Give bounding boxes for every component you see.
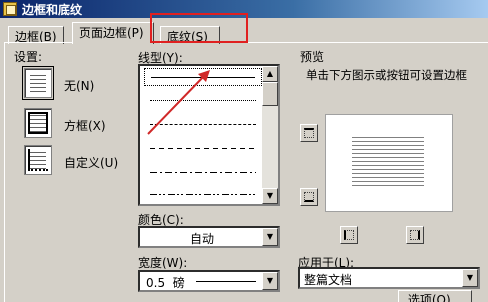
- width-sample-line: [196, 281, 256, 282]
- scroll-up-icon[interactable]: ▲: [262, 66, 278, 82]
- width-value: 0.5 磅: [146, 276, 185, 290]
- top-border-icon: [304, 128, 314, 138]
- setting-custom-label[interactable]: 自定义(U): [64, 154, 118, 171]
- setting-box-icon[interactable]: [24, 108, 52, 138]
- setting-label: 设置:: [14, 50, 43, 64]
- line-style-scrollbar[interactable]: ▲ ▼: [262, 66, 278, 204]
- preview-label: 预览: [300, 50, 325, 64]
- apply-to-value: 整篇文档: [304, 273, 353, 287]
- setting-none-label[interactable]: 无(N): [64, 77, 94, 94]
- line-style-dash[interactable]: [144, 140, 262, 158]
- right-border-button[interactable]: [406, 226, 424, 244]
- color-select[interactable]: 自动 ▼: [138, 226, 280, 248]
- preview-text-lines: [352, 137, 424, 189]
- width-label: 宽度(W):: [138, 256, 188, 270]
- scroll-down-icon[interactable]: ▼: [262, 188, 278, 204]
- setting-custom-icon[interactable]: [24, 145, 52, 175]
- chevron-down-icon[interactable]: ▼: [262, 228, 278, 246]
- dialog-icon: [3, 2, 17, 16]
- left-border-icon: [344, 230, 354, 240]
- line-style-dash-dot[interactable]: [144, 164, 262, 182]
- scroll-thumb[interactable]: [262, 82, 278, 106]
- right-border-icon: [410, 230, 420, 240]
- annotation-arrow: [147, 70, 210, 135]
- width-select[interactable]: 0.5 磅 ▼: [138, 270, 280, 292]
- chevron-down-icon[interactable]: ▼: [262, 272, 278, 290]
- options-button[interactable]: 选项(O)...: [398, 290, 472, 302]
- left-border-button[interactable]: [340, 226, 358, 244]
- preview-hint: 单击下方图示或按钮可设置边框: [306, 68, 467, 82]
- chevron-down-icon[interactable]: ▼: [462, 269, 478, 287]
- bottom-border-icon: [304, 192, 314, 202]
- apply-to-select[interactable]: 整篇文档 ▼: [298, 267, 480, 289]
- tab-page-borders[interactable]: 页面边框(P): [72, 22, 154, 44]
- line-style-dash-dot-dot[interactable]: [144, 186, 262, 204]
- title-bar: 边框和底纹: [0, 0, 488, 18]
- color-value: 自动: [190, 232, 215, 246]
- dialog-title: 边框和底纹: [22, 3, 83, 17]
- preview-area[interactable]: [325, 114, 453, 212]
- setting-box-label[interactable]: 方框(X): [64, 117, 106, 134]
- bottom-border-button[interactable]: [300, 188, 318, 206]
- setting-none-icon[interactable]: [22, 66, 54, 100]
- tab-strip: 边框(B) 页面边框(P) 底纹(S): [0, 20, 488, 44]
- top-border-button[interactable]: [300, 124, 318, 142]
